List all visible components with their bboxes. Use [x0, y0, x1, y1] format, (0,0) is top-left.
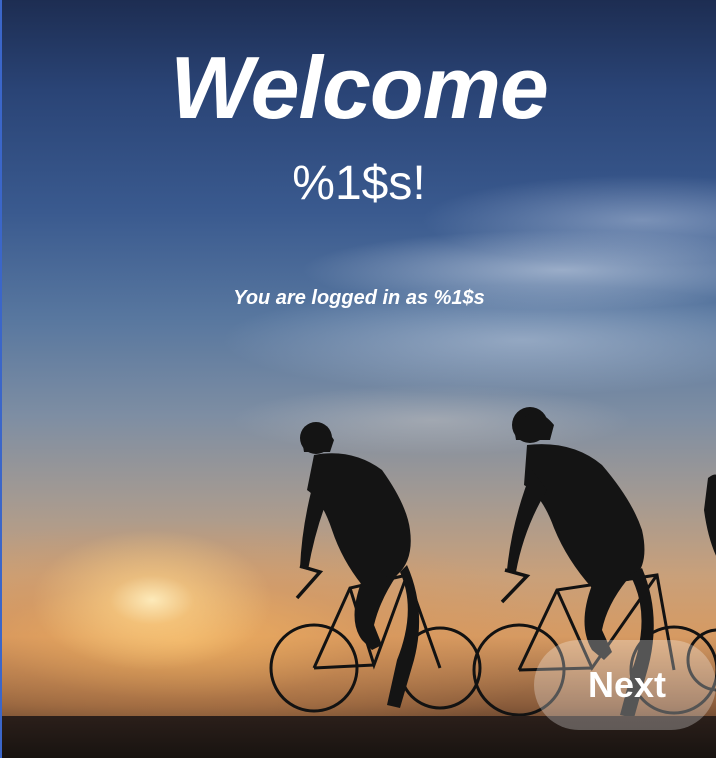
logged-in-message: You are logged in as %1$s [233, 287, 485, 309]
username-heading: %1$s! [292, 157, 426, 210]
welcome-screen: Welcome %1$s! You are logged in as %1$s … [0, 0, 716, 758]
next-button[interactable]: Next [534, 640, 716, 730]
welcome-title: Welcome [170, 38, 549, 137]
